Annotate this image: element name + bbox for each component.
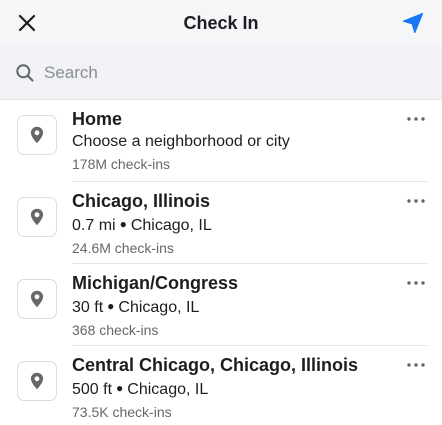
place-checkins: 73.5K check-ins	[72, 404, 172, 420]
close-icon	[18, 14, 36, 32]
place-distance: 30 ft	[72, 299, 104, 316]
current-location-button[interactable]	[398, 8, 428, 38]
place-thumbnail	[17, 115, 57, 155]
place-info: Central Chicago, Chicago, Illinois 500 f…	[72, 346, 442, 421]
places-list: Home Choose a neighborhood or city 178M …	[0, 100, 442, 425]
close-button[interactable]	[12, 8, 42, 38]
map-pin-icon	[30, 126, 44, 144]
list-item-place[interactable]: Michigan/Congress 30 ft ● Chicago, IL 368 …	[0, 264, 442, 346]
more-button[interactable]	[406, 358, 426, 372]
location-arrow-icon	[402, 12, 424, 34]
place-info: Michigan/Congress 30 ft ● Chicago, IL 368 …	[72, 264, 442, 339]
place-name: Chicago, Illinois	[72, 191, 211, 211]
place-name: Home	[72, 109, 123, 129]
place-name: Michigan/Congress	[72, 273, 239, 293]
place-location-text: Chicago, IL	[130, 217, 212, 234]
more-icon	[407, 363, 425, 367]
place-location-text: Chicago, IL	[118, 299, 200, 316]
place-location: 500 ft ● Chicago, IL	[72, 377, 442, 401]
place-info: Chicago, Illinois 0.7 mi ● Chicago, IL 24.…	[72, 182, 442, 257]
place-distance: 500 ft	[72, 381, 113, 398]
more-button[interactable]	[406, 194, 426, 208]
place-checkins: 178M check-ins	[72, 156, 171, 172]
separator-dot: ●	[107, 299, 115, 313]
place-location-text: Choose a neighborhood or city	[72, 133, 290, 150]
place-thumbnail	[17, 197, 57, 237]
more-button[interactable]	[406, 112, 426, 126]
place-checkins: 24.6M check-ins	[72, 240, 174, 256]
separator-dot: ●	[116, 381, 124, 395]
place-info: Home Choose a neighborhood or city 178M …	[72, 100, 442, 173]
place-checkins: 368 check-ins	[72, 322, 159, 338]
place-thumbnail	[17, 279, 57, 319]
more-button[interactable]	[406, 276, 426, 290]
more-icon	[407, 199, 425, 203]
place-location: 0.7 mi ● Chicago, IL	[72, 213, 442, 237]
map-pin-icon	[30, 372, 44, 390]
place-distance: 0.7 mi	[72, 217, 116, 234]
more-icon	[407, 117, 425, 121]
more-icon	[407, 281, 425, 285]
header: Check In	[0, 0, 442, 46]
search-bar[interactable]	[0, 46, 442, 100]
place-location: 30 ft ● Chicago, IL	[72, 295, 442, 319]
search-icon	[14, 62, 36, 84]
search-input[interactable]	[44, 62, 428, 83]
map-pin-icon	[30, 208, 44, 226]
list-item-place[interactable]: Chicago, Illinois 0.7 mi ● Chicago, IL 24.…	[0, 182, 442, 264]
list-item-place[interactable]: Central Chicago, Chicago, Illinois 500 f…	[0, 346, 442, 425]
place-location-text: Chicago, IL	[127, 381, 209, 398]
place-location: Choose a neighborhood or city	[72, 131, 442, 153]
page-title: Check In	[183, 12, 259, 33]
list-item-place[interactable]: Home Choose a neighborhood or city 178M …	[0, 100, 442, 182]
map-pin-icon	[30, 290, 44, 308]
check-in-screen: Check In Home Choose a neighborhoo	[0, 0, 442, 425]
place-thumbnail	[17, 361, 57, 401]
place-name: Central Chicago, Chicago, Illinois	[72, 355, 359, 375]
separator-dot: ●	[119, 217, 127, 231]
